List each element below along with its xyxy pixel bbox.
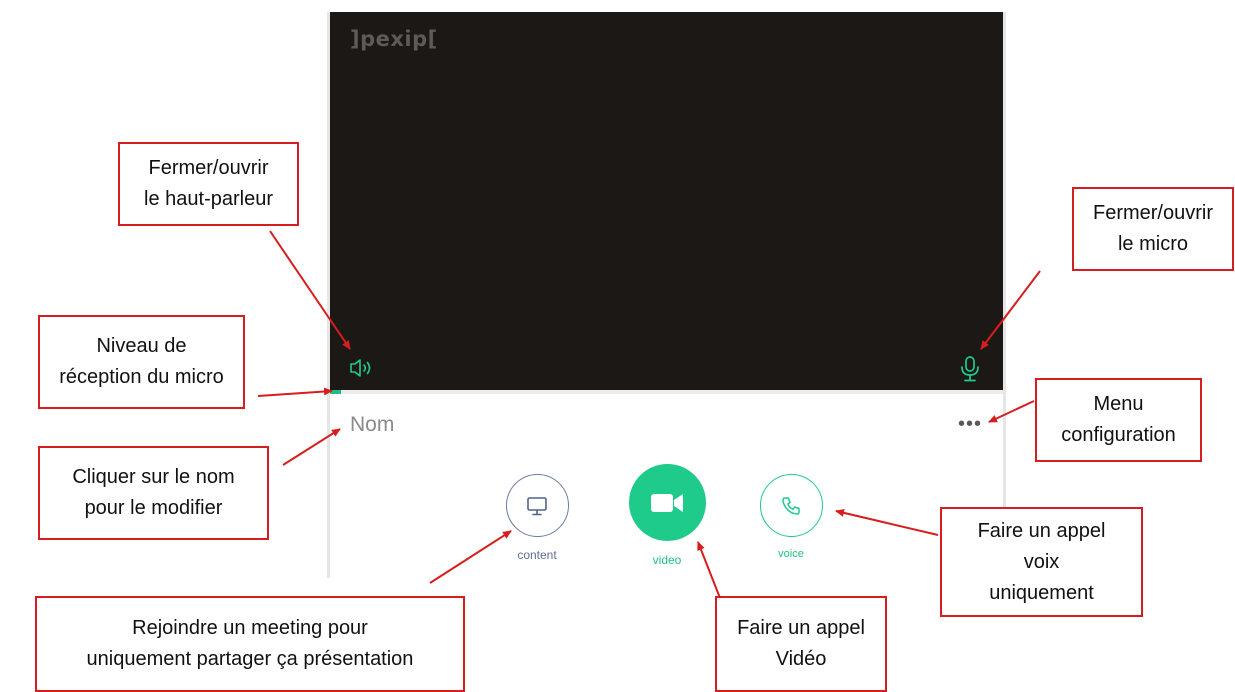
content-button-circle <box>505 474 569 537</box>
video-preview: ]pexip[ <box>330 12 1003 390</box>
settings-menu-button[interactable]: ••• <box>957 414 983 434</box>
annotation-level: Niveau de réception du micro <box>38 315 245 409</box>
speaker-toggle-button[interactable] <box>348 356 376 380</box>
more-options-icon: ••• <box>957 413 982 435</box>
microphone-toggle-button[interactable] <box>958 355 982 383</box>
phone-icon <box>782 496 800 515</box>
panel-border-right <box>1003 12 1006 578</box>
annotation-voice: Faire un appel voix uniquement <box>940 507 1143 617</box>
arrow-level <box>257 387 333 397</box>
arrow-name <box>282 428 341 466</box>
display-name-field[interactable]: Nom <box>350 410 650 440</box>
mic-level-fill <box>330 390 341 394</box>
microphone-icon <box>961 356 979 382</box>
annotation-menu: Menu configuration <box>1035 378 1202 462</box>
annotation-speaker: Fermer/ouvrir le haut-parleur <box>118 142 299 226</box>
arrow-menu <box>988 400 1035 423</box>
voice-button-circle <box>759 474 823 537</box>
monitor-icon <box>527 496 547 515</box>
annotation-name: Cliquer sur le nom pour le modifier <box>38 446 269 540</box>
video-button-label: video <box>652 553 682 567</box>
voice-call-button[interactable]: voice <box>753 474 829 560</box>
voice-button-label: voice <box>778 548 804 560</box>
arrow-voice <box>835 508 939 536</box>
annotation-mic: Fermer/ouvrir le micro <box>1072 187 1234 271</box>
pexip-logo: ]pexip[ <box>350 27 438 51</box>
video-button-circle <box>628 464 706 541</box>
content-share-button[interactable]: content <box>499 474 575 562</box>
mic-level-meter <box>330 390 1003 394</box>
video-camera-icon <box>651 493 683 512</box>
content-button-label: content <box>517 548 557 562</box>
video-call-button[interactable]: video <box>622 464 712 567</box>
speaker-icon <box>350 359 371 377</box>
